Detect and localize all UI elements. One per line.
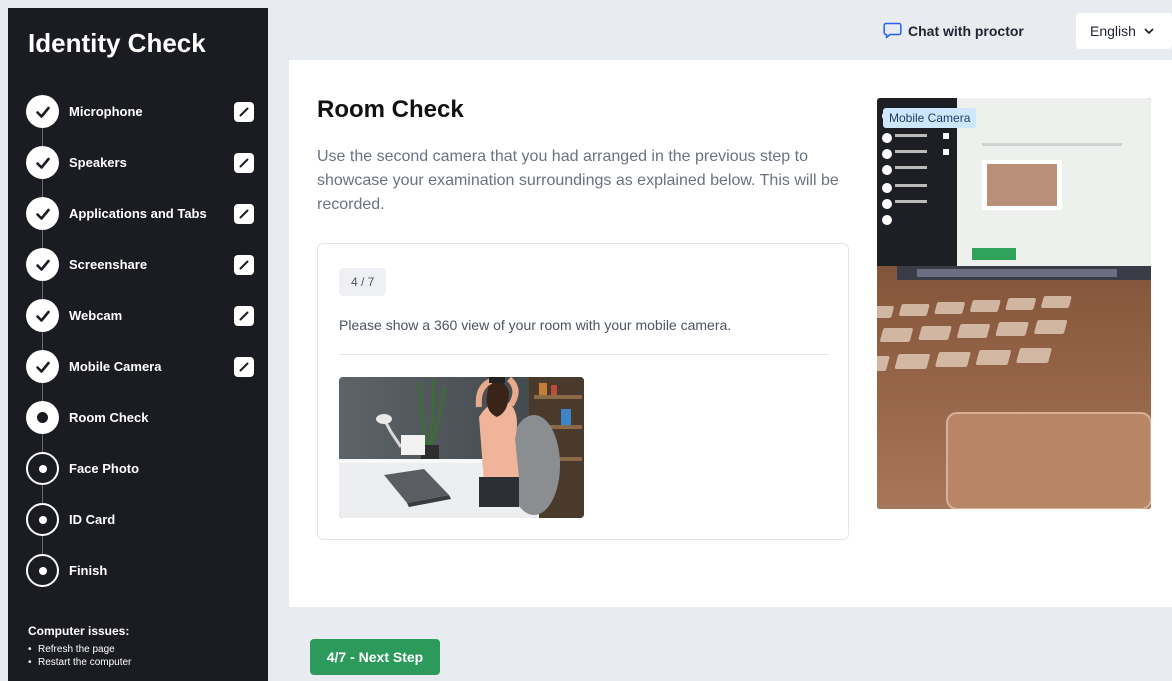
step-item-webcam[interactable]: Webcam	[26, 290, 256, 341]
step-item-applications[interactable]: Applications and Tabs	[26, 188, 256, 239]
check-icon	[26, 197, 59, 230]
step-label: Speakers	[69, 155, 127, 170]
step-label: Applications and Tabs	[69, 206, 207, 221]
computer-issues: Computer issues: Refresh the page Restar…	[28, 624, 131, 669]
step-instruction: Please show a 360 view of your room with…	[339, 317, 732, 333]
edit-icon[interactable]	[234, 356, 254, 377]
footer-bar: 4/7 - Next Step	[289, 607, 1172, 681]
chevron-down-icon	[1144, 28, 1154, 34]
sidebar: Identity Check Microphone Speakers Appli…	[8, 8, 268, 681]
pending-step-icon	[26, 452, 59, 485]
app-title: Identity Check	[28, 28, 206, 58]
edit-icon[interactable]	[234, 152, 254, 173]
step-item-face-photo: Face Photo	[26, 443, 256, 494]
step-label: Face Photo	[69, 461, 140, 476]
step-label: Room Check	[69, 410, 149, 425]
chat-icon	[883, 22, 902, 39]
edit-icon[interactable]	[234, 254, 254, 275]
check-icon	[26, 248, 59, 281]
current-step-icon	[26, 401, 59, 434]
next-step-button[interactable]: 4/7 - Next Step	[310, 639, 440, 675]
chat-with-proctor-button[interactable]: Chat with proctor	[883, 22, 1024, 39]
step-label: ID Card	[69, 512, 116, 527]
divider	[339, 354, 829, 355]
step-item-room-check[interactable]: Room Check	[26, 392, 256, 443]
step-item-id-card: ID Card	[26, 494, 256, 545]
language-select[interactable]: English	[1076, 13, 1172, 49]
step-list: Microphone Speakers Applications and Tab…	[26, 86, 256, 596]
edit-icon[interactable]	[234, 305, 254, 326]
step-item-speakers[interactable]: Speakers	[26, 137, 256, 188]
check-icon	[26, 146, 59, 179]
step-item-finish: Finish	[26, 545, 256, 596]
step-item-microphone[interactable]: Microphone	[26, 86, 256, 137]
step-label: Finish	[69, 563, 108, 578]
issue-item: Refresh the page	[28, 643, 131, 656]
page-title: Room Check	[317, 96, 464, 123]
top-bar: Chat with proctor English	[268, 8, 1172, 56]
page-description: Use the second camera that you had arran…	[317, 148, 839, 213]
check-icon	[26, 95, 59, 128]
pending-step-icon	[26, 554, 59, 587]
step-label: Screenshare	[69, 257, 148, 272]
pending-step-icon	[26, 503, 59, 536]
issues-title: Computer issues:	[28, 624, 130, 638]
edit-icon[interactable]	[234, 101, 254, 122]
step-label: Microphone	[69, 104, 143, 119]
example-room-photo	[339, 377, 584, 518]
check-icon	[26, 350, 59, 383]
check-icon	[26, 299, 59, 332]
step-counter-badge: 4 / 7	[339, 268, 387, 296]
issue-item: Restart the computer	[28, 656, 131, 669]
edit-icon[interactable]	[234, 203, 254, 224]
issues-list: Refresh the page Restart the computer	[28, 643, 131, 669]
step-label: Webcam	[69, 308, 123, 323]
chat-label: Chat with proctor	[908, 22, 1024, 39]
main-panel: Room Check Use the second camera that yo…	[289, 60, 1172, 607]
step-label: Mobile Camera	[69, 359, 162, 374]
language-value: English	[1090, 23, 1136, 39]
step-item-screenshare[interactable]: Screenshare	[26, 239, 256, 290]
mobile-camera-preview: Mobile Camera	[877, 98, 1151, 509]
step-item-mobile-camera[interactable]: Mobile Camera	[26, 341, 256, 392]
instruction-card: 4 / 7 Please show a 360 view of your roo…	[317, 243, 849, 540]
camera-label-badge: Mobile Camera	[883, 108, 977, 128]
